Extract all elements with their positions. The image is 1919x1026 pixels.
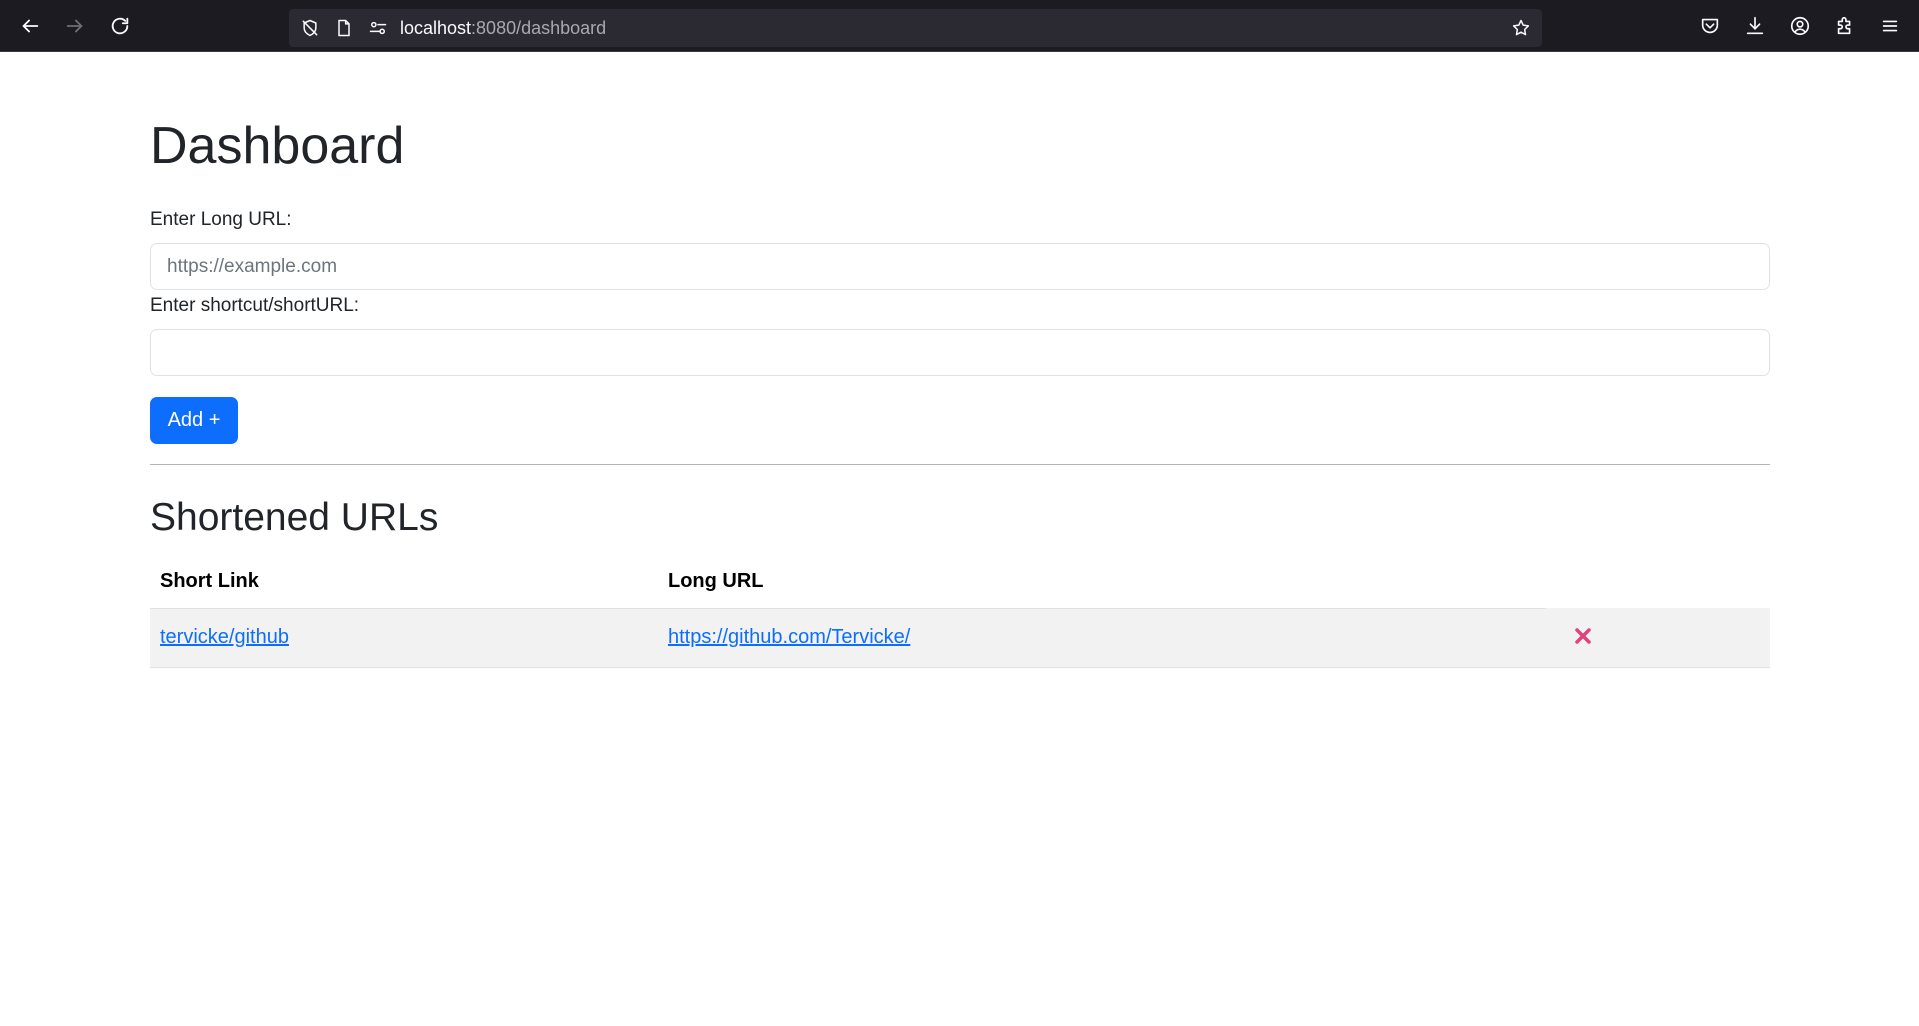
shortened-urls-title: Shortened URLs (150, 496, 439, 539)
long-url-cell: https://github.com/Tervicke/ (658, 608, 1546, 668)
header-actions (1546, 556, 1770, 608)
hamburger-menu-icon (1882, 20, 1898, 32)
back-button[interactable] (12, 8, 48, 44)
long-url-label: Enter Long URL: (150, 209, 292, 230)
url-text[interactable]: localhost:8080/dashboard (400, 18, 606, 38)
delete-icon[interactable] (1571, 624, 1595, 648)
header-short-link: Short Link (150, 556, 658, 609)
puzzle-icon (1837, 16, 1851, 35)
add-button[interactable]: Add + (150, 397, 238, 444)
back-arrow-icon (22, 19, 39, 33)
long-url-input[interactable] (150, 243, 1770, 290)
download-icon (1746, 16, 1764, 35)
long-url-link[interactable]: https://github.com/Tervicke/ (668, 626, 910, 648)
table-row: tervicke/github https://github.com/Tervi… (150, 608, 1770, 668)
reload-icon (111, 17, 129, 35)
url-bar[interactable]: localhost:8080/dashboard (289, 9, 1542, 47)
pocket-button[interactable] (1692, 8, 1728, 44)
menu-button[interactable] (1872, 8, 1908, 44)
browser-toolbar: localhost:8080/dashboard (0, 0, 1919, 52)
extensions-button[interactable] (1827, 8, 1863, 44)
forward-button[interactable] (57, 8, 93, 44)
urls-table: Short Link Long URL tervicke/github http… (150, 556, 1770, 668)
short-url-label: Enter shortcut/shortURL: (150, 295, 360, 316)
short-link[interactable]: tervicke/github (160, 626, 289, 648)
downloads-button[interactable] (1737, 8, 1773, 44)
short-link-cell: tervicke/github (150, 608, 658, 668)
url-host: localhost (400, 18, 472, 38)
short-url-input[interactable] (150, 329, 1770, 376)
actions-cell (1546, 608, 1770, 668)
page-icon[interactable] (333, 17, 355, 39)
url-path: :8080/dashboard (471, 18, 607, 38)
header-long-url: Long URL (658, 556, 1546, 609)
table-header-row: Short Link Long URL (150, 556, 1770, 609)
account-button[interactable] (1782, 8, 1818, 44)
divider (150, 464, 1770, 465)
reload-button[interactable] (102, 8, 138, 44)
page-title: Dashboard (150, 117, 405, 175)
pocket-icon (1701, 18, 1719, 34)
forward-arrow-icon (66, 19, 83, 33)
permissions-icon[interactable] (367, 17, 389, 39)
account-icon (1790, 16, 1810, 36)
bookmark-star-icon[interactable] (1510, 17, 1532, 39)
tracking-protection-icon[interactable] (299, 17, 321, 39)
